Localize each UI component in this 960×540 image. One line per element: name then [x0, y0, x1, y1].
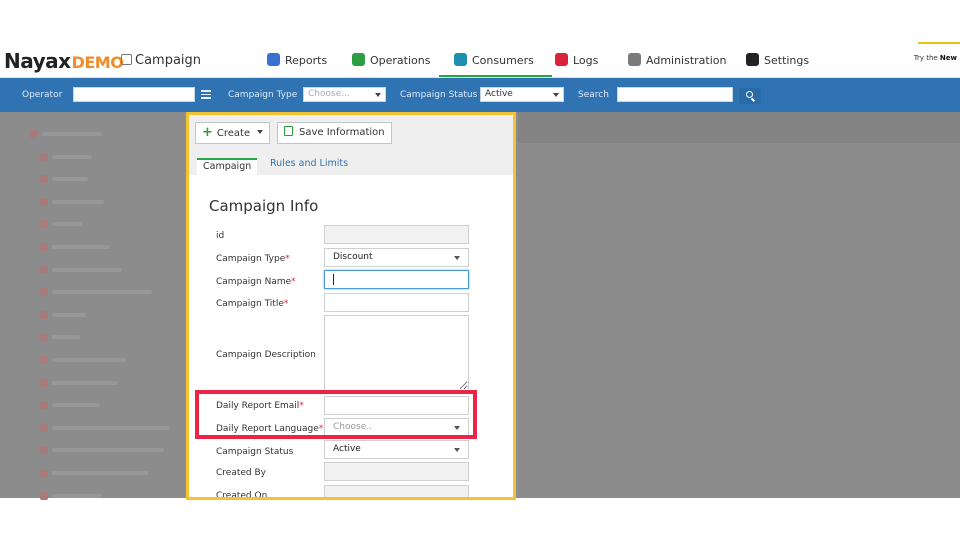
- campaign-dialog: + Create Save Information Campaign Rules …: [186, 112, 516, 500]
- created-on-field: [324, 485, 469, 497]
- campaign-status-filter-select[interactable]: Active: [480, 87, 564, 102]
- campaign-status-value: Active: [333, 444, 361, 454]
- required-mark: *: [283, 299, 289, 309]
- campaign-title-label: Campaign Title*: [216, 299, 288, 309]
- chevron-down-icon: [454, 448, 460, 452]
- nav-item-settings[interactable]: Settings: [746, 53, 809, 67]
- search-input[interactable]: [617, 87, 733, 102]
- nav-consumers-label: Consumers: [472, 54, 534, 67]
- chevron-down-icon: [257, 130, 264, 134]
- campaign-type-filter-placeholder: Choose...: [308, 89, 350, 99]
- chart-icon: [267, 53, 280, 66]
- section-title: Campaign Info: [209, 197, 319, 215]
- admin-icon: [628, 53, 641, 66]
- chevron-down-icon: [454, 256, 460, 260]
- backdrop-header-strip: [518, 112, 960, 143]
- campaign-status-filter-label: Campaign Status: [400, 90, 478, 100]
- nav-administration-label: Administration: [646, 54, 727, 67]
- campaign-type-filter-label: Campaign Type: [228, 90, 298, 100]
- required-mark: *: [291, 277, 296, 287]
- campaign-title-label-text: Campaign Title: [216, 299, 284, 309]
- page-title-text: Campaign: [135, 53, 202, 68]
- required-mark: *: [285, 254, 290, 264]
- nayax-logo[interactable]: NayaxDEMO: [4, 49, 124, 73]
- try-new-accent: [918, 42, 960, 44]
- save-icon: [284, 126, 293, 136]
- try-new-bold: New: [939, 54, 957, 62]
- operator-label: Operator: [22, 90, 63, 100]
- campaign-description-textarea[interactable]: [324, 315, 469, 391]
- tab-campaign-label: Campaign: [203, 161, 252, 172]
- nav-item-administration[interactable]: Administration: [628, 53, 727, 67]
- nav-reports-label: Reports: [285, 54, 328, 67]
- consumers-icon: [454, 53, 467, 66]
- nav-operations-label: Operations: [370, 54, 431, 67]
- tab-rules-label: Rules and Limits: [270, 158, 349, 169]
- campaign-type-select[interactable]: Discount: [324, 248, 469, 267]
- search-button[interactable]: [739, 88, 761, 104]
- nav-settings-label: Settings: [764, 54, 810, 67]
- highlight-box: [195, 390, 477, 439]
- try-new-link[interactable]: Try the New: [914, 54, 957, 62]
- created-by-field: [324, 462, 469, 481]
- created-on-label: Created On: [216, 491, 268, 500]
- campaign-status-filter-value: Active: [485, 89, 513, 99]
- filter-bar: Operator Campaign Type Choose... Campaig…: [0, 78, 960, 112]
- tab-rules-and-limits[interactable]: Rules and Limits: [264, 158, 354, 175]
- create-button[interactable]: + Create: [195, 122, 271, 144]
- nav-item-consumers[interactable]: Consumers: [439, 53, 552, 77]
- campaign-name-label: Campaign Name*: [216, 277, 296, 287]
- logo-text: Nayax: [4, 49, 71, 73]
- save-button-label: Save Information: [299, 127, 385, 138]
- try-new-prefix: Try the: [913, 54, 940, 62]
- plus-icon: +: [202, 125, 213, 140]
- save-information-button[interactable]: Save Information: [277, 122, 392, 144]
- campaign-type-label-text: Campaign Type: [216, 254, 286, 264]
- operations-icon: [352, 53, 365, 66]
- nav-item-reports[interactable]: Reports: [267, 53, 327, 67]
- tab-campaign[interactable]: Campaign: [197, 158, 258, 175]
- campaign-status-select[interactable]: Active: [324, 440, 469, 459]
- chevron-down-icon: [375, 93, 381, 97]
- campaign-type-label: Campaign Type*: [216, 254, 290, 264]
- campaign-type-filter-select[interactable]: Choose...: [303, 87, 386, 102]
- campaign-status-label: Campaign Status: [216, 447, 294, 457]
- logo-demo-suffix: DEMO: [71, 53, 124, 72]
- list-icon[interactable]: [201, 90, 211, 99]
- nav-logs-label: Logs: [573, 54, 599, 67]
- id-label: id: [216, 231, 225, 241]
- nav-item-operations[interactable]: Operations: [352, 53, 430, 67]
- create-button-label: Create: [216, 128, 251, 139]
- gear-icon: [746, 53, 759, 66]
- campaign-name-input[interactable]: [324, 270, 469, 289]
- chevron-down-icon: [553, 93, 559, 97]
- dialog-toolbar: + Create Save Information Campaign Rules …: [189, 115, 513, 175]
- page-title: Campaign: [121, 53, 201, 68]
- campaign-title-input[interactable]: [324, 293, 469, 312]
- campaign-icon: [121, 54, 132, 65]
- app-screen: NayaxDEMO Campaign Reports Operations Co…: [0, 0, 960, 540]
- top-navigation-bar: NayaxDEMO Campaign Reports Operations Co…: [0, 42, 960, 78]
- created-by-label: Created By: [216, 468, 266, 478]
- logs-icon: [555, 53, 568, 66]
- campaign-name-label-text: Campaign Name: [216, 277, 292, 287]
- text-cursor: [333, 274, 334, 285]
- operator-input[interactable]: [73, 87, 195, 102]
- search-icon: [746, 91, 753, 98]
- id-field: [324, 225, 469, 244]
- search-label: Search: [578, 90, 609, 100]
- nav-item-logs[interactable]: Logs: [555, 53, 598, 67]
- campaign-description-label: Campaign Description: [216, 350, 316, 360]
- campaign-type-value: Discount: [333, 252, 373, 262]
